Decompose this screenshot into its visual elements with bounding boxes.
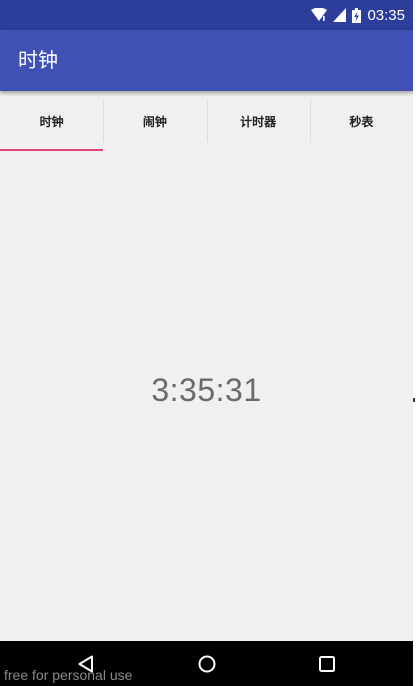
- status-bar: 03:35: [0, 0, 413, 30]
- app-title: 时钟: [18, 48, 58, 72]
- status-icons: 03:35: [311, 0, 405, 30]
- wifi-icon: [311, 8, 328, 22]
- edge-tick: [413, 398, 415, 402]
- tab-timer[interactable]: 计时器: [206, 91, 310, 151]
- app-bar: 时钟: [0, 30, 413, 91]
- tab-label: 秒表: [349, 114, 374, 129]
- tab-alarm[interactable]: 闹钟: [103, 91, 206, 151]
- tab-label: 闹钟: [142, 114, 167, 129]
- tab-clock[interactable]: 时钟: [0, 91, 103, 151]
- tab-selected-indicator: [0, 149, 103, 151]
- watermark-text: free for personal use: [4, 667, 133, 683]
- tab-bar: 时钟 闹钟 计时器 秒表: [0, 91, 413, 151]
- tab-label: 时钟: [39, 114, 64, 129]
- home-circle-icon[interactable]: [196, 653, 218, 675]
- tab-label: 计时器: [240, 114, 277, 129]
- tab-stopwatch[interactable]: 秒表: [309, 91, 413, 151]
- status-time: 03:35: [367, 6, 405, 24]
- app-screen: 03:35 时钟 时钟 闹钟 计时器 秒表 3:35:31 free for p…: [0, 0, 413, 686]
- recents-square-icon[interactable]: [316, 653, 338, 675]
- battery-charging-icon: [352, 7, 362, 23]
- clock-time-display: 3:35:31: [151, 372, 262, 408]
- signal-icon: [333, 8, 347, 22]
- screen-edge: [413, 0, 418, 686]
